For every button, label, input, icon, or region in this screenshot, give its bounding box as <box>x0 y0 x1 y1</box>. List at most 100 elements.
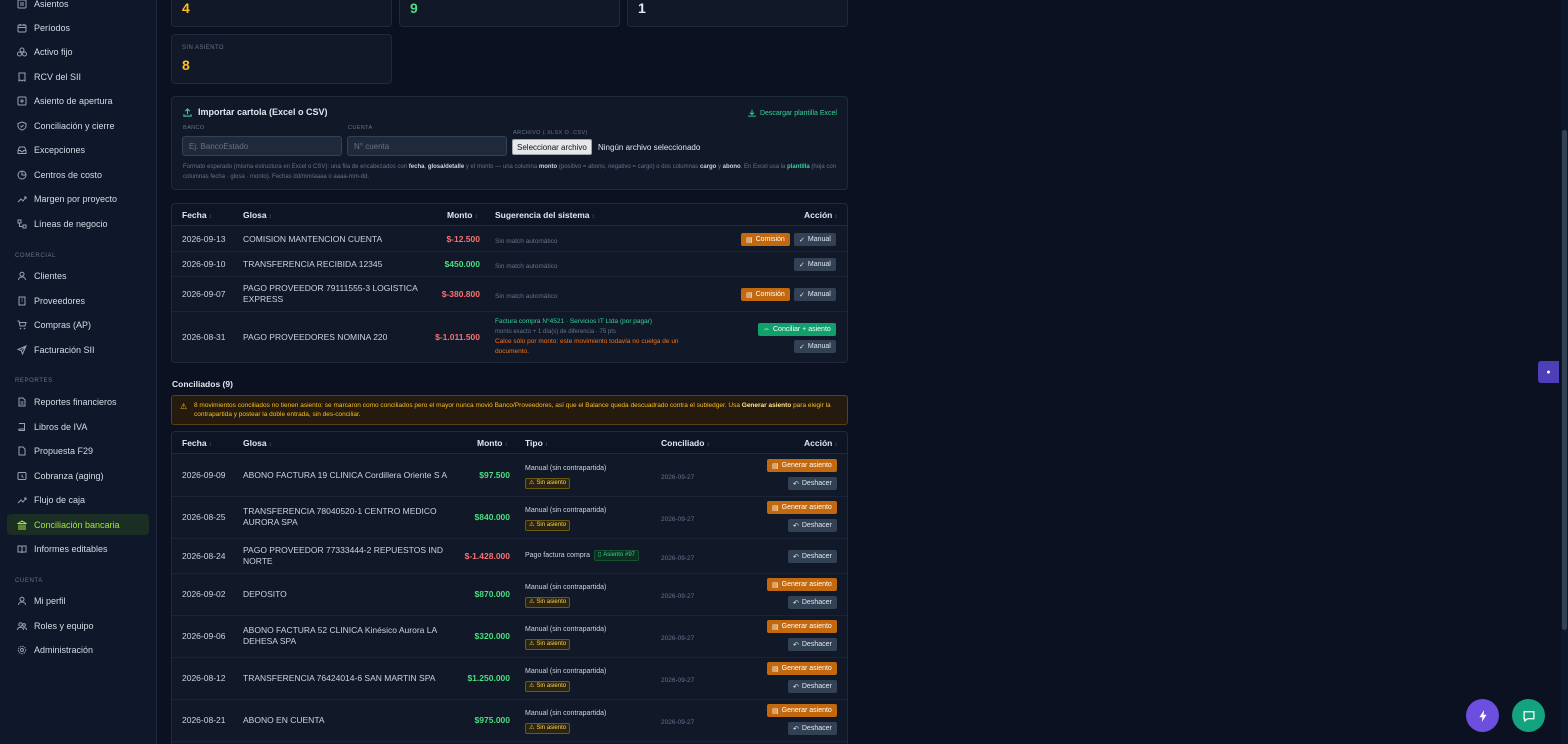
sidebar-item-label: Períodos <box>34 22 71 33</box>
generar-asiento-button[interactable]: ▤ Generar asiento <box>767 459 837 472</box>
col-tipo[interactable]: Tipo ↕ <box>525 438 548 448</box>
row-fecha: 2026-09-02 <box>182 589 226 599</box>
col-fecha[interactable]: Fecha ↕ <box>182 210 212 220</box>
sidebar-item-periodos[interactable]: Períodos <box>7 17 149 38</box>
manual-button[interactable]: ✓ Manual <box>794 258 836 271</box>
row-sugerencia: Factura compra N°4521 · Servicios IT Ltd… <box>495 318 679 355</box>
sidebar-item-conciliacion-cierre[interactable]: Conciliación y cierre <box>7 115 149 136</box>
row-fecha: 2026-08-25 <box>182 512 226 522</box>
row-glosa: PAGO PROVEEDOR 77333444-2 REPUESTOS IND N… <box>243 545 443 566</box>
asiento-link-badge[interactable]: ▯ Asiento #97 <box>593 550 639 561</box>
plantilla-link[interactable]: plantilla <box>787 164 810 170</box>
sidebar-item-mi-perfil[interactable]: Mi perfil <box>7 590 149 611</box>
sidebar-item-proveedores[interactable]: Proveedores <box>7 290 149 311</box>
generar-asiento-button[interactable]: ▤ Generar asiento <box>767 578 837 591</box>
sidebar-item-cobranza[interactable]: Cobranza (aging) <box>7 465 149 486</box>
cuenta-input[interactable] <box>347 136 507 156</box>
generar-asiento-button[interactable]: ▤ Generar asiento <box>767 704 837 717</box>
sidebar-item-rcv[interactable]: RCV del SII <box>7 66 149 87</box>
manual-button[interactable]: ✓ Manual <box>794 340 836 353</box>
deshacer-button[interactable]: ↶ Deshacer <box>788 477 837 490</box>
sidebar-item-centros-costo[interactable]: Centros de costo <box>7 164 149 185</box>
generar-asiento-button[interactable]: ▤ Generar asiento <box>767 620 837 633</box>
sidebar-item-compras[interactable]: Compras (AP) <box>7 314 149 335</box>
sidebar-item-flujo-caja[interactable]: Flujo de caja <box>7 489 149 510</box>
sidebar-item-label: Flujo de caja <box>34 494 86 505</box>
sidebar-item-libros-iva[interactable]: Libros de IVA <box>7 416 149 437</box>
col-sugerencia[interactable]: Sugerencia del sistema ↕ <box>495 210 595 220</box>
manual-button[interactable]: ✓ Manual <box>794 288 836 301</box>
sidebar-item-facturacion[interactable]: Facturación SII <box>7 339 149 360</box>
feedback-side-tab[interactable]: ● <box>1538 361 1559 383</box>
sidebar-item-excepciones[interactable]: Excepciones <box>7 139 149 160</box>
book-icon: ▯ <box>597 552 602 558</box>
manual-button[interactable]: ✓ Manual <box>794 233 836 246</box>
sidebar-item-informes-editables[interactable]: Informes editables <box>7 538 149 559</box>
sidebar-item-activo-fijo[interactable]: Activo fijo <box>7 41 149 62</box>
row-glosa: PAGO PROVEEDORES NOMINA 220 <box>243 332 388 342</box>
import-help-text: Formato esperado (misma estructura en Ex… <box>183 164 837 180</box>
sidebar-item-reportes-financieros[interactable]: Reportes financieros <box>7 391 149 412</box>
col-glosa[interactable]: Glosa ↕ <box>243 210 272 220</box>
quick-action-button[interactable] <box>1466 699 1499 732</box>
reconciled-title: Conciliados (9) <box>172 379 233 389</box>
deshacer-button[interactable]: ↶ Deshacer <box>788 722 837 735</box>
deshacer-button[interactable]: ↶ Deshacer <box>788 519 837 532</box>
sidebar-item-conciliacion-bancaria[interactable]: Conciliación bancaria <box>7 514 149 535</box>
col-glosa[interactable]: Glosa ↕ <box>243 438 272 448</box>
trend-up-icon <box>17 495 27 505</box>
sidebar-item-asiento-apertura[interactable]: Asiento de apertura <box>7 90 149 111</box>
building-icon <box>17 296 27 306</box>
sidebar-item-clientes[interactable]: Clientes <box>7 265 149 286</box>
row-tipo: Manual (sin contrapartida) ⚠ Sin asiento <box>525 708 606 734</box>
sidebar-item-propuesta-f29[interactable]: Propuesta F29 <box>7 440 149 461</box>
stat-card-2: 9 <box>399 0 620 27</box>
sidebar-item-label: Roles y equipo <box>34 620 94 631</box>
network-icon <box>17 219 27 229</box>
row-conciliado: 2026-09-27 <box>661 635 695 642</box>
conciliar-asiento-button[interactable]: ⇔ Conciliar + asiento <box>758 323 836 336</box>
table-row: 2026-08-12 TRANSFERENCIA 76424014-6 SAN … <box>172 658 847 700</box>
col-fecha[interactable]: Fecha ↕ <box>182 438 212 448</box>
download-template-link[interactable]: Descargar plantilla Excel <box>748 109 837 117</box>
generar-asiento-button[interactable]: ▤ Generar asiento <box>767 501 837 514</box>
stat-value: 9 <box>410 0 418 16</box>
sidebar-item-asientos[interactable]: Asientos <box>7 0 149 14</box>
file-select-button[interactable]: Seleccionar archivo <box>512 139 592 155</box>
table-row: 2026-09-10 TRANSFERENCIA RECIBIDA 12345 … <box>172 252 847 277</box>
generar-asiento-button[interactable]: ▤ Generar asiento <box>767 662 837 675</box>
user-icon <box>17 271 27 281</box>
chat-button[interactable] <box>1512 699 1545 732</box>
calendar-icon <box>17 23 27 33</box>
users-icon <box>17 621 27 631</box>
deshacer-button[interactable]: ↶ Deshacer <box>788 638 837 651</box>
undo-icon: ↶ <box>793 641 799 649</box>
scrollbar[interactable] <box>1561 0 1568 744</box>
scrollbar-thumb[interactable] <box>1562 130 1567 630</box>
comision-button[interactable]: ▤ Comisión <box>741 233 790 246</box>
col-accion[interactable]: Acción ↕ <box>804 438 837 448</box>
banco-input[interactable] <box>182 136 342 156</box>
banco-label: BANCO <box>183 125 205 131</box>
col-monto[interactable]: Monto ↕ <box>477 438 508 448</box>
row-fecha: 2026-08-21 <box>182 715 226 725</box>
comision-button[interactable]: ▤ Comisión <box>741 288 790 301</box>
sidebar-item-label: Compras (AP) <box>34 319 92 330</box>
col-accion[interactable]: Acción ↕ <box>804 210 837 220</box>
warning-icon: ⚠ <box>529 480 535 486</box>
sidebar-item-lineas-negocio[interactable]: Líneas de negocio <box>7 213 149 234</box>
deshacer-button[interactable]: ↶ Deshacer <box>788 596 837 609</box>
table-row: 2026-09-02 DEPOSITO $870.000 Manual (sin… <box>172 574 847 616</box>
row-monto: $-1.011.500 <box>435 332 480 342</box>
sidebar-item-label: Facturación SII <box>34 344 95 355</box>
trend-up-icon <box>17 194 27 204</box>
sidebar-item-administracion[interactable]: Administración <box>7 639 149 660</box>
col-monto[interactable]: Monto ↕ <box>447 210 478 220</box>
deshacer-button[interactable]: ↶ Deshacer <box>788 550 837 563</box>
col-conciliado[interactable]: Conciliado ↕ <box>661 438 709 448</box>
row-fecha: 2026-09-09 <box>182 470 226 480</box>
list-icon <box>17 0 27 9</box>
sidebar-item-margen-proyecto[interactable]: Margen por proyecto <box>7 188 149 209</box>
sidebar-item-roles-equipo[interactable]: Roles y equipo <box>7 615 149 636</box>
deshacer-button[interactable]: ↶ Deshacer <box>788 680 837 693</box>
